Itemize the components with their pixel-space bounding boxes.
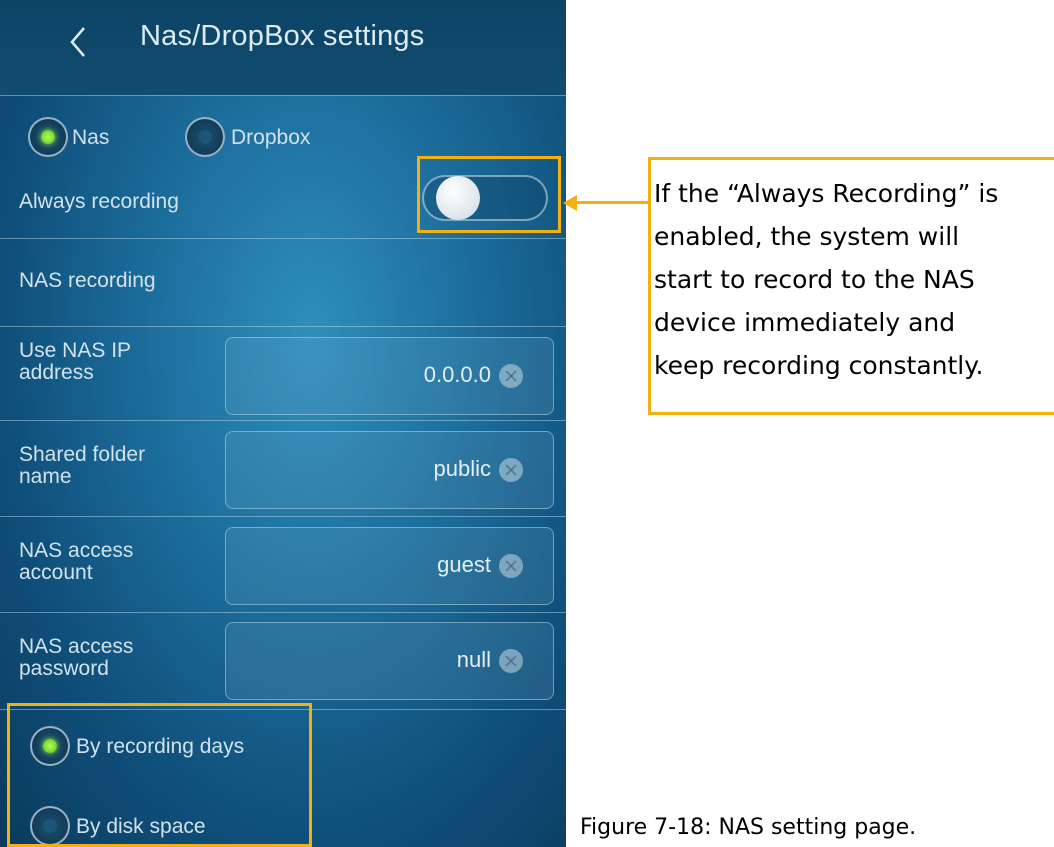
nas-ip-value: 0.0.0.0 [423,362,491,387]
divider [0,95,566,96]
shared-folder-value: public [433,456,491,481]
label-line: NAS access [19,635,134,658]
callout-line: start to record to the NAS [654,265,975,294]
always-recording-label: Always recording [19,190,179,213]
radio-nas[interactable] [28,117,68,157]
callout-line: If the “Always Recording” is [654,179,999,208]
divider [0,326,566,327]
divider [0,516,566,517]
figure-caption: Figure 7-18: NAS setting page. [580,815,917,840]
divider [0,238,566,239]
field-label-shared-folder: Shared folder name [19,444,145,488]
nas-account-value: guest [437,552,491,577]
clear-icon[interactable] [499,649,523,673]
radio-dropbox-label: Dropbox [231,126,311,149]
callout-arrow-line [576,201,648,204]
toggle-highlight-box [417,156,561,233]
label-line: Use NAS IP [19,339,132,362]
label-line: NAS access [19,539,134,562]
callout-arrow-head [563,195,577,211]
back-arrow-icon[interactable] [60,22,100,62]
field-label-nas-password: NAS access password [19,636,133,680]
field-label-nas-account: NAS access account [19,540,133,584]
field-label-nas-ip: Use NAS IP address [19,340,131,384]
nas-password-value: null [456,647,491,672]
clear-icon[interactable] [499,364,523,388]
callout-text: If the “Always Recording” is enabled, th… [654,172,1049,387]
label-line: name [19,465,72,488]
label-line: account [19,561,93,584]
callout-line: enabled, the system will [654,222,960,251]
nas-password-input[interactable]: null [225,622,554,700]
label-line: password [19,657,109,680]
radio-dot [198,130,212,144]
section-nas-recording: NAS recording [19,269,156,292]
radio-nas-label: Nas [72,126,110,149]
callout-line: device immediately and [654,308,956,337]
nas-ip-input[interactable]: 0.0.0.0 [225,337,554,415]
callout-line: keep recording constantly. [654,351,984,380]
radio-dot [41,130,55,144]
radio-dropbox[interactable] [185,117,225,157]
label-line: Shared folder [19,443,146,466]
page-title: Nas/DropBox settings [140,20,425,52]
clear-icon[interactable] [499,458,523,482]
divider [0,420,566,421]
retention-highlight-box [7,703,312,847]
nas-account-input[interactable]: guest [225,527,554,605]
divider [0,612,566,613]
shared-folder-input[interactable]: public [225,431,554,509]
clear-icon[interactable] [499,554,523,578]
label-line: address [19,361,94,384]
